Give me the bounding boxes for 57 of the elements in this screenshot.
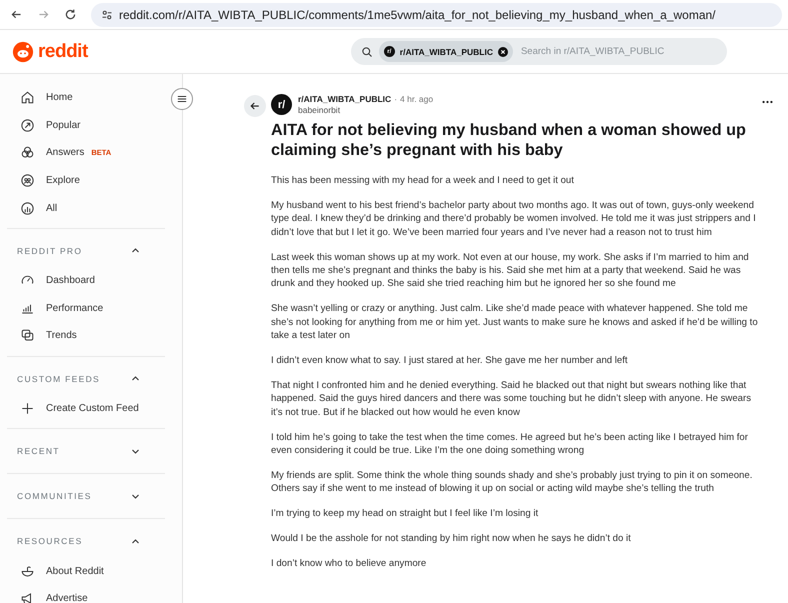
- bowl-icon: [20, 564, 35, 579]
- chevron-icon: [131, 492, 140, 501]
- post-paragraph: My friends are split. Some think the whole thing sounds shady and she’s probably just trying to pin it on someone. Others say if she went to me instead of blowing it up on social or acting wild maybe she’s telling the truth: [271, 469, 754, 496]
- post-title: AITA for not believing my husband when a woman showed up claiming she’s pregnant with his baby: [271, 120, 747, 160]
- post-time: 4 hr. ago: [400, 94, 434, 104]
- plus-icon: [20, 401, 35, 416]
- post-paragraph: My husband went to his best friend’s bachelor party about two months ago. It was out of town, guys-only weekend type deal. I knew they’d be drinking and there’d probably be women involved. He told me it was just strippers and I didn’t love that but I let it go. We’ve been married four years and I’ve never had a reason not to trust him: [271, 198, 757, 240]
- sidebar-item[interactable]: Explore: [7, 166, 165, 194]
- menu-icon: [177, 94, 187, 104]
- sidebar-item[interactable]: Dashboard: [7, 266, 165, 295]
- back-arrow-icon[interactable]: [10, 8, 23, 21]
- section-header[interactable]: RESOURCES: [7, 525, 165, 558]
- sidebar-item[interactable]: Popular: [7, 112, 165, 140]
- sidebar-item[interactable]: Home: [7, 84, 165, 112]
- post-paragraph: Would I be the asshole for not standing by him right now when he says he didn’t do it: [271, 532, 632, 546]
- separator-dot: ·: [394, 94, 398, 104]
- author-link[interactable]: babeinorbit: [298, 105, 434, 115]
- home-icon: [20, 90, 35, 106]
- section-header[interactable]: COMMUNITIES: [7, 480, 165, 512]
- section-header[interactable]: RECENT: [7, 435, 165, 468]
- people-circle-icon: [20, 173, 35, 188]
- menu-button[interactable]: [171, 88, 193, 110]
- sidebar-item[interactable]: Advertise: [7, 584, 165, 603]
- chat-bubbles-icon: [20, 328, 35, 344]
- post-paragraph: That night I confronted him and he denied everything. Said he blacked out that night but swears nothing like that happened. Said the guys hired dancers and there was some touching but he didn’t sleep with anyone. He swears it’s not true. But if he blacked out how would he even know: [271, 378, 752, 420]
- reload-icon[interactable]: [64, 8, 77, 21]
- community-link[interactable]: r/AITA_WIBTA_PUBLIC: [298, 94, 392, 104]
- close-icon[interactable]: [498, 46, 508, 56]
- sidebar-item[interactable]: All: [7, 194, 165, 222]
- post-paragraph: I don’t know who to believe anymore: [271, 557, 428, 571]
- bar-chart-circle-icon: [20, 200, 35, 216]
- back-button[interactable]: [244, 95, 266, 117]
- post-paragraph: I didn’t even know what to say. I just stared at her. She gave me her number and left: [271, 354, 629, 368]
- chevron-icon: [131, 446, 140, 456]
- circles-icon: [20, 145, 35, 160]
- back-arrow-icon: [249, 100, 261, 112]
- sidebar-item[interactable]: Performance: [7, 294, 165, 322]
- search-icon: [360, 46, 373, 58]
- site-settings-icon[interactable]: [101, 8, 113, 20]
- post-paragraph: This has been messing with my head for a week and I need to get it out: [271, 174, 575, 188]
- arrow-circle-icon: [20, 118, 35, 133]
- post-paragraph: I told him he’s going to take the test when the time comes. He agreed but he’s been acting like I betrayed him for even considering it could be true. Like I’m the one doing something wrong: [271, 430, 749, 458]
- sidebar-item[interactable]: Trends: [7, 322, 165, 350]
- post-paragraph: Last week this woman shows up at my work. Not even at our house, my work. She asks if I’m married to him and then tells me she’s pregnant and thinks the baby is his. Said she met him at a party that weekend. Said he was drunk and they hooked up. She said she tried reaching him but he ignored her so she found me: [271, 250, 750, 291]
- address-bar[interactable]: reddit.com/r/AITA_WIBTA_PUBLIC/comments/1me5vwm/aita_for_not_believing_my_husband_when_a_woman/: [91, 2, 782, 26]
- section-header[interactable]: CUSTOM FEEDS: [7, 362, 165, 395]
- chevron-icon: [131, 536, 140, 546]
- post-paragraph: I’m trying to keep my head on straight but I feel like I’m losing it: [271, 507, 540, 521]
- sidebar-item[interactable]: Create Custom Feed: [7, 394, 165, 422]
- community-name: r/AITA_WIBTA_PUBLIC: [400, 46, 493, 56]
- post-paragraph: She wasn’t yelling or crazy or anything. Just calm. Like she’d made peace with whatever happened. She told me she’s not looking for anything from me or him yet. Just wants to make sure he knows and asked if he’d be willing to take a test later on: [271, 302, 759, 343]
- sidebar-item[interactable]: About Reddit: [7, 557, 165, 585]
- section-header[interactable]: REDDIT PRO: [7, 234, 165, 267]
- community-avatar[interactable]: r/: [271, 94, 292, 115]
- alien-logo-icon[interactable]: [12, 40, 34, 62]
- url-text: reddit.com/r/AITA_WIBTA_PUBLIC/comments/1me5vwm/aita_for_not_believing_my_husband_when_a_woman/: [119, 8, 716, 22]
- more-options-icon[interactable]: [762, 100, 773, 104]
